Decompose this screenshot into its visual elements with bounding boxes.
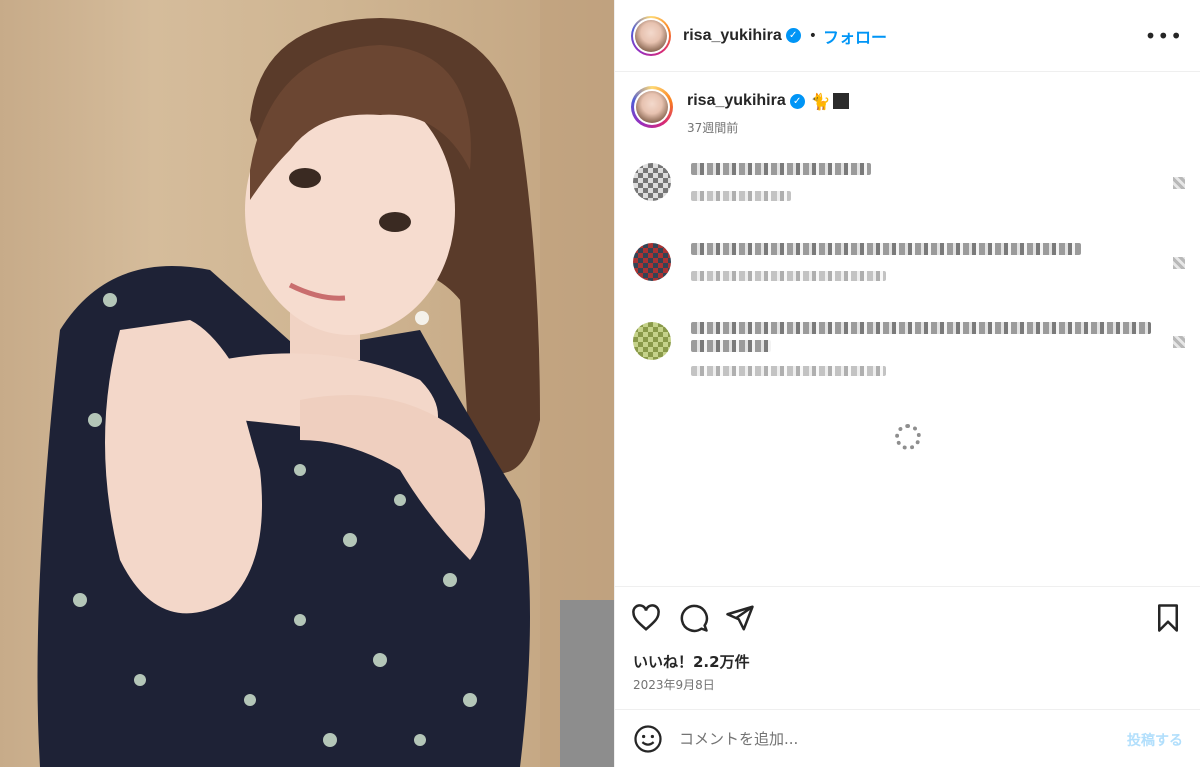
separator-dot: • — [808, 27, 817, 44]
author-username[interactable]: risa_yukihira — [683, 27, 782, 45]
post-comment-button[interactable]: 投稿する — [1127, 730, 1183, 750]
more-options-icon[interactable]: ••• — [1145, 24, 1183, 48]
share-icon[interactable] — [725, 603, 755, 633]
caption-username[interactable]: risa_yukihira — [687, 92, 786, 110]
comment-text-pixelated — [691, 340, 771, 352]
comment-text-pixelated — [691, 322, 1151, 334]
comment-meta-pixelated — [691, 366, 886, 376]
comment-avatar[interactable] — [633, 163, 671, 201]
author-avatar[interactable] — [631, 15, 671, 56]
emoji-icon[interactable] — [633, 724, 663, 754]
instagram-post: risa_yukihira ✓ • フォロー ••• risa_yukihira… — [0, 0, 1200, 767]
comment-item — [633, 322, 1189, 376]
comment-icon[interactable] — [679, 603, 709, 633]
comment-input[interactable] — [679, 729, 1099, 748]
comment-avatar[interactable] — [633, 243, 671, 281]
caption-emoji: 🐈 — [810, 91, 831, 111]
action-bar — [615, 586, 1200, 646]
comment-like-icon[interactable] — [1173, 177, 1185, 189]
comment-text-pixelated — [691, 243, 1081, 255]
caption-black-square-emoji — [832, 93, 849, 109]
comment-like-icon[interactable] — [1173, 336, 1185, 348]
comment-meta-pixelated — [691, 191, 791, 201]
comment-text-pixelated — [691, 163, 871, 175]
verified-icon: ✓ — [785, 28, 801, 43]
caption-avatar[interactable] — [631, 86, 673, 128]
comment-like-icon[interactable] — [1173, 257, 1185, 269]
comment-item — [633, 163, 1189, 201]
caption-timestamp: 37週間前 — [687, 121, 739, 135]
bookmark-icon[interactable] — [1153, 603, 1183, 633]
comment-composer: 投稿する — [615, 709, 1200, 767]
load-more-comments-icon[interactable] — [895, 424, 921, 450]
post-header: risa_yukihira ✓ • フォロー ••• — [615, 0, 1200, 72]
post-date[interactable]: 2023年9月8日 — [633, 676, 715, 693]
post-sidebar: risa_yukihira ✓ • フォロー ••• risa_yukihira… — [614, 0, 1200, 767]
caption: risa_yukihira ✓ 🐈 37週間前 — [631, 86, 849, 136]
post-photo[interactable] — [0, 0, 614, 767]
comment-meta-pixelated — [691, 271, 886, 281]
comment-avatar[interactable] — [633, 322, 671, 360]
photo-illustration — [37, 0, 614, 767]
likes-count[interactable]: いいね！2.2万件 — [633, 651, 750, 672]
verified-icon: ✓ — [789, 93, 805, 109]
follow-button[interactable]: フォロー — [823, 24, 887, 48]
comment-item — [633, 243, 1189, 281]
heart-icon[interactable] — [631, 603, 661, 633]
